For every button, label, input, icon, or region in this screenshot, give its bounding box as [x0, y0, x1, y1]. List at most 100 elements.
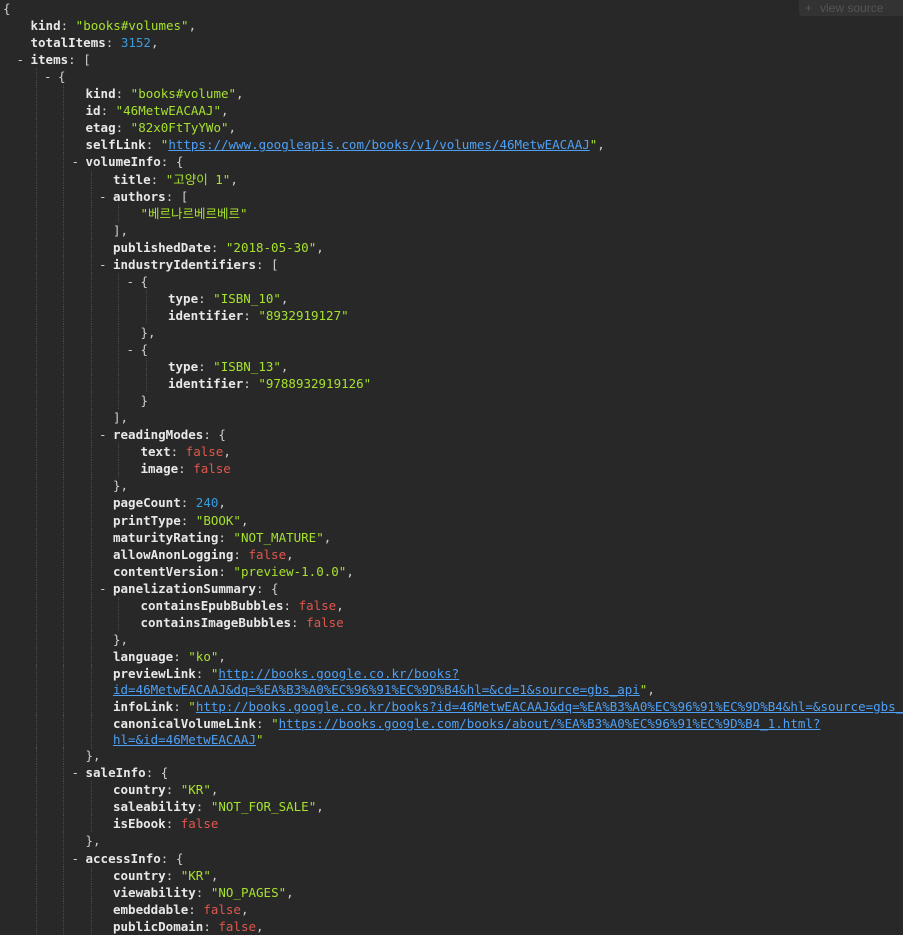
json-line-content: }, [86, 832, 101, 849]
json-key: contentVersion [113, 563, 219, 579]
json-punctuation: , [230, 171, 238, 187]
view-source-button[interactable]: + view source [799, 0, 903, 16]
indent-guide [63, 613, 64, 631]
json-string: "NOT_MATURE" [233, 529, 324, 545]
json-punctuation: , [223, 444, 231, 460]
indent-guide [35, 494, 37, 512]
json-punctuation: : [283, 597, 299, 613]
json-line-content: accessInfo: { [86, 850, 184, 867]
indent-guide [35, 714, 37, 749]
json-punctuation: }, [140, 324, 156, 340]
json-line: contentVersion: "preview-1.0.0", [0, 562, 903, 580]
collapse-toggle[interactable]: - [72, 850, 80, 867]
json-line: }, [0, 323, 903, 341]
indent-guide [35, 630, 37, 648]
json-line: etag: "82x0FtTyYWo", [0, 119, 903, 137]
json-punctuation: }, [113, 631, 129, 647]
indent-guide [35, 511, 37, 529]
indent-guide [118, 323, 119, 341]
indent-guide [35, 306, 37, 324]
indent-guide [145, 358, 147, 376]
json-link[interactable]: hl=&id=46MetwEACAAJ [113, 732, 256, 747]
indent-guide [35, 528, 37, 546]
json-punctuation: , [323, 529, 332, 545]
collapse-toggle[interactable]: - [99, 256, 107, 273]
json-punctuation: : [180, 495, 196, 511]
collapse-toggle[interactable]: - [44, 68, 52, 85]
json-line-content: } [141, 392, 149, 409]
collapse-toggle[interactable]: - [72, 764, 80, 781]
json-link[interactable]: id=46MetwEACAAJ&dq=%EA%B3%A0%EC%96%91%EC… [113, 682, 640, 697]
json-line-content: viewability: "NO_PAGES", [113, 884, 294, 901]
json-line: -{ [0, 68, 903, 86]
json-key: volumeInfo [85, 154, 161, 170]
indent-guide [90, 409, 92, 427]
json-line: "베르나르베르베르" [0, 204, 903, 222]
indent-guide [118, 375, 119, 393]
json-link[interactable]: http://books.google.co.kr/books? [218, 666, 459, 681]
collapse-toggle[interactable]: - [72, 153, 80, 170]
json-line: publishedDate: "2018-05-30", [0, 238, 903, 256]
json-string: "9788932919126" [258, 376, 372, 392]
indent-guide [145, 375, 147, 393]
json-line-content: title: "고양이 1", [113, 171, 238, 188]
json-line: kind: "books#volumes", [0, 17, 903, 34]
indent-guide [90, 714, 92, 749]
indent-guide [63, 798, 64, 816]
indent-guide [63, 511, 64, 529]
json-punctuation: : [291, 614, 307, 630]
json-punctuation: }, [113, 478, 129, 494]
indent-guide [35, 272, 37, 290]
json-line-content: items: [ [31, 51, 91, 68]
json-punctuation: , [188, 18, 197, 34]
json-line-content: saleability: "NOT_FOR_SALE", [113, 798, 324, 815]
json-key: saleability [113, 799, 196, 815]
json-line: type: "ISBN_13", [0, 358, 903, 376]
indent-guide [63, 900, 64, 918]
json-punctuation: : [150, 171, 166, 187]
json-punctuation: : [165, 782, 181, 798]
json-line-content: { [3, 0, 11, 17]
json-line: -{ [0, 272, 903, 290]
json-punctuation: , [150, 35, 159, 51]
indent-guide [63, 764, 64, 782]
json-key: image [140, 461, 179, 477]
indent-guide [90, 289, 92, 307]
json-line: text: false, [0, 443, 903, 461]
collapse-toggle[interactable]: - [99, 188, 107, 205]
json-punctuation: { [3, 1, 11, 16]
json-punctuation: : { [160, 154, 184, 170]
indent-guide [63, 647, 64, 665]
json-string: "NOT_FOR_SALE" [210, 799, 317, 815]
indent-guide [35, 85, 37, 103]
json-line: selfLink: "https://www.googleapis.com/bo… [0, 136, 903, 154]
collapse-toggle[interactable]: - [99, 580, 107, 597]
json-line: language: "ko", [0, 647, 903, 665]
json-link[interactable]: https://www.googleapis.com/books/v1/volu… [168, 137, 589, 152]
view-source-label: view source [820, 1, 884, 15]
indent-guide [63, 697, 64, 715]
json-punctuation: : [218, 529, 234, 545]
indent-guide [63, 341, 64, 358]
indent-guide [90, 306, 92, 324]
collapse-toggle[interactable]: - [17, 51, 25, 68]
indent-guide [90, 443, 92, 461]
json-punctuation: : [173, 648, 189, 664]
indent-guide [90, 477, 92, 495]
json-link[interactable]: http://books.google.co.kr/books?id=46Met… [196, 699, 903, 714]
json-link[interactable]: https://books.google.com/books/about/%EA… [279, 716, 821, 731]
indent-guide [35, 289, 37, 307]
json-line-content: totalItems: 3152, [31, 34, 159, 51]
json-string: "2018-05-30" [225, 239, 317, 255]
indent-guide [35, 815, 37, 833]
collapse-toggle[interactable]: - [99, 426, 107, 443]
json-line-content: volumeInfo: { [86, 153, 184, 170]
json-line-content: country: "KR", [113, 867, 218, 884]
indent-guide [90, 323, 92, 341]
json-punctuation: : [165, 867, 181, 883]
collapse-toggle[interactable]: - [127, 341, 135, 358]
json-punctuation: : [165, 816, 181, 832]
json-quote: " [271, 715, 279, 731]
json-punctuation: , [228, 120, 237, 136]
collapse-toggle[interactable]: - [127, 273, 135, 290]
